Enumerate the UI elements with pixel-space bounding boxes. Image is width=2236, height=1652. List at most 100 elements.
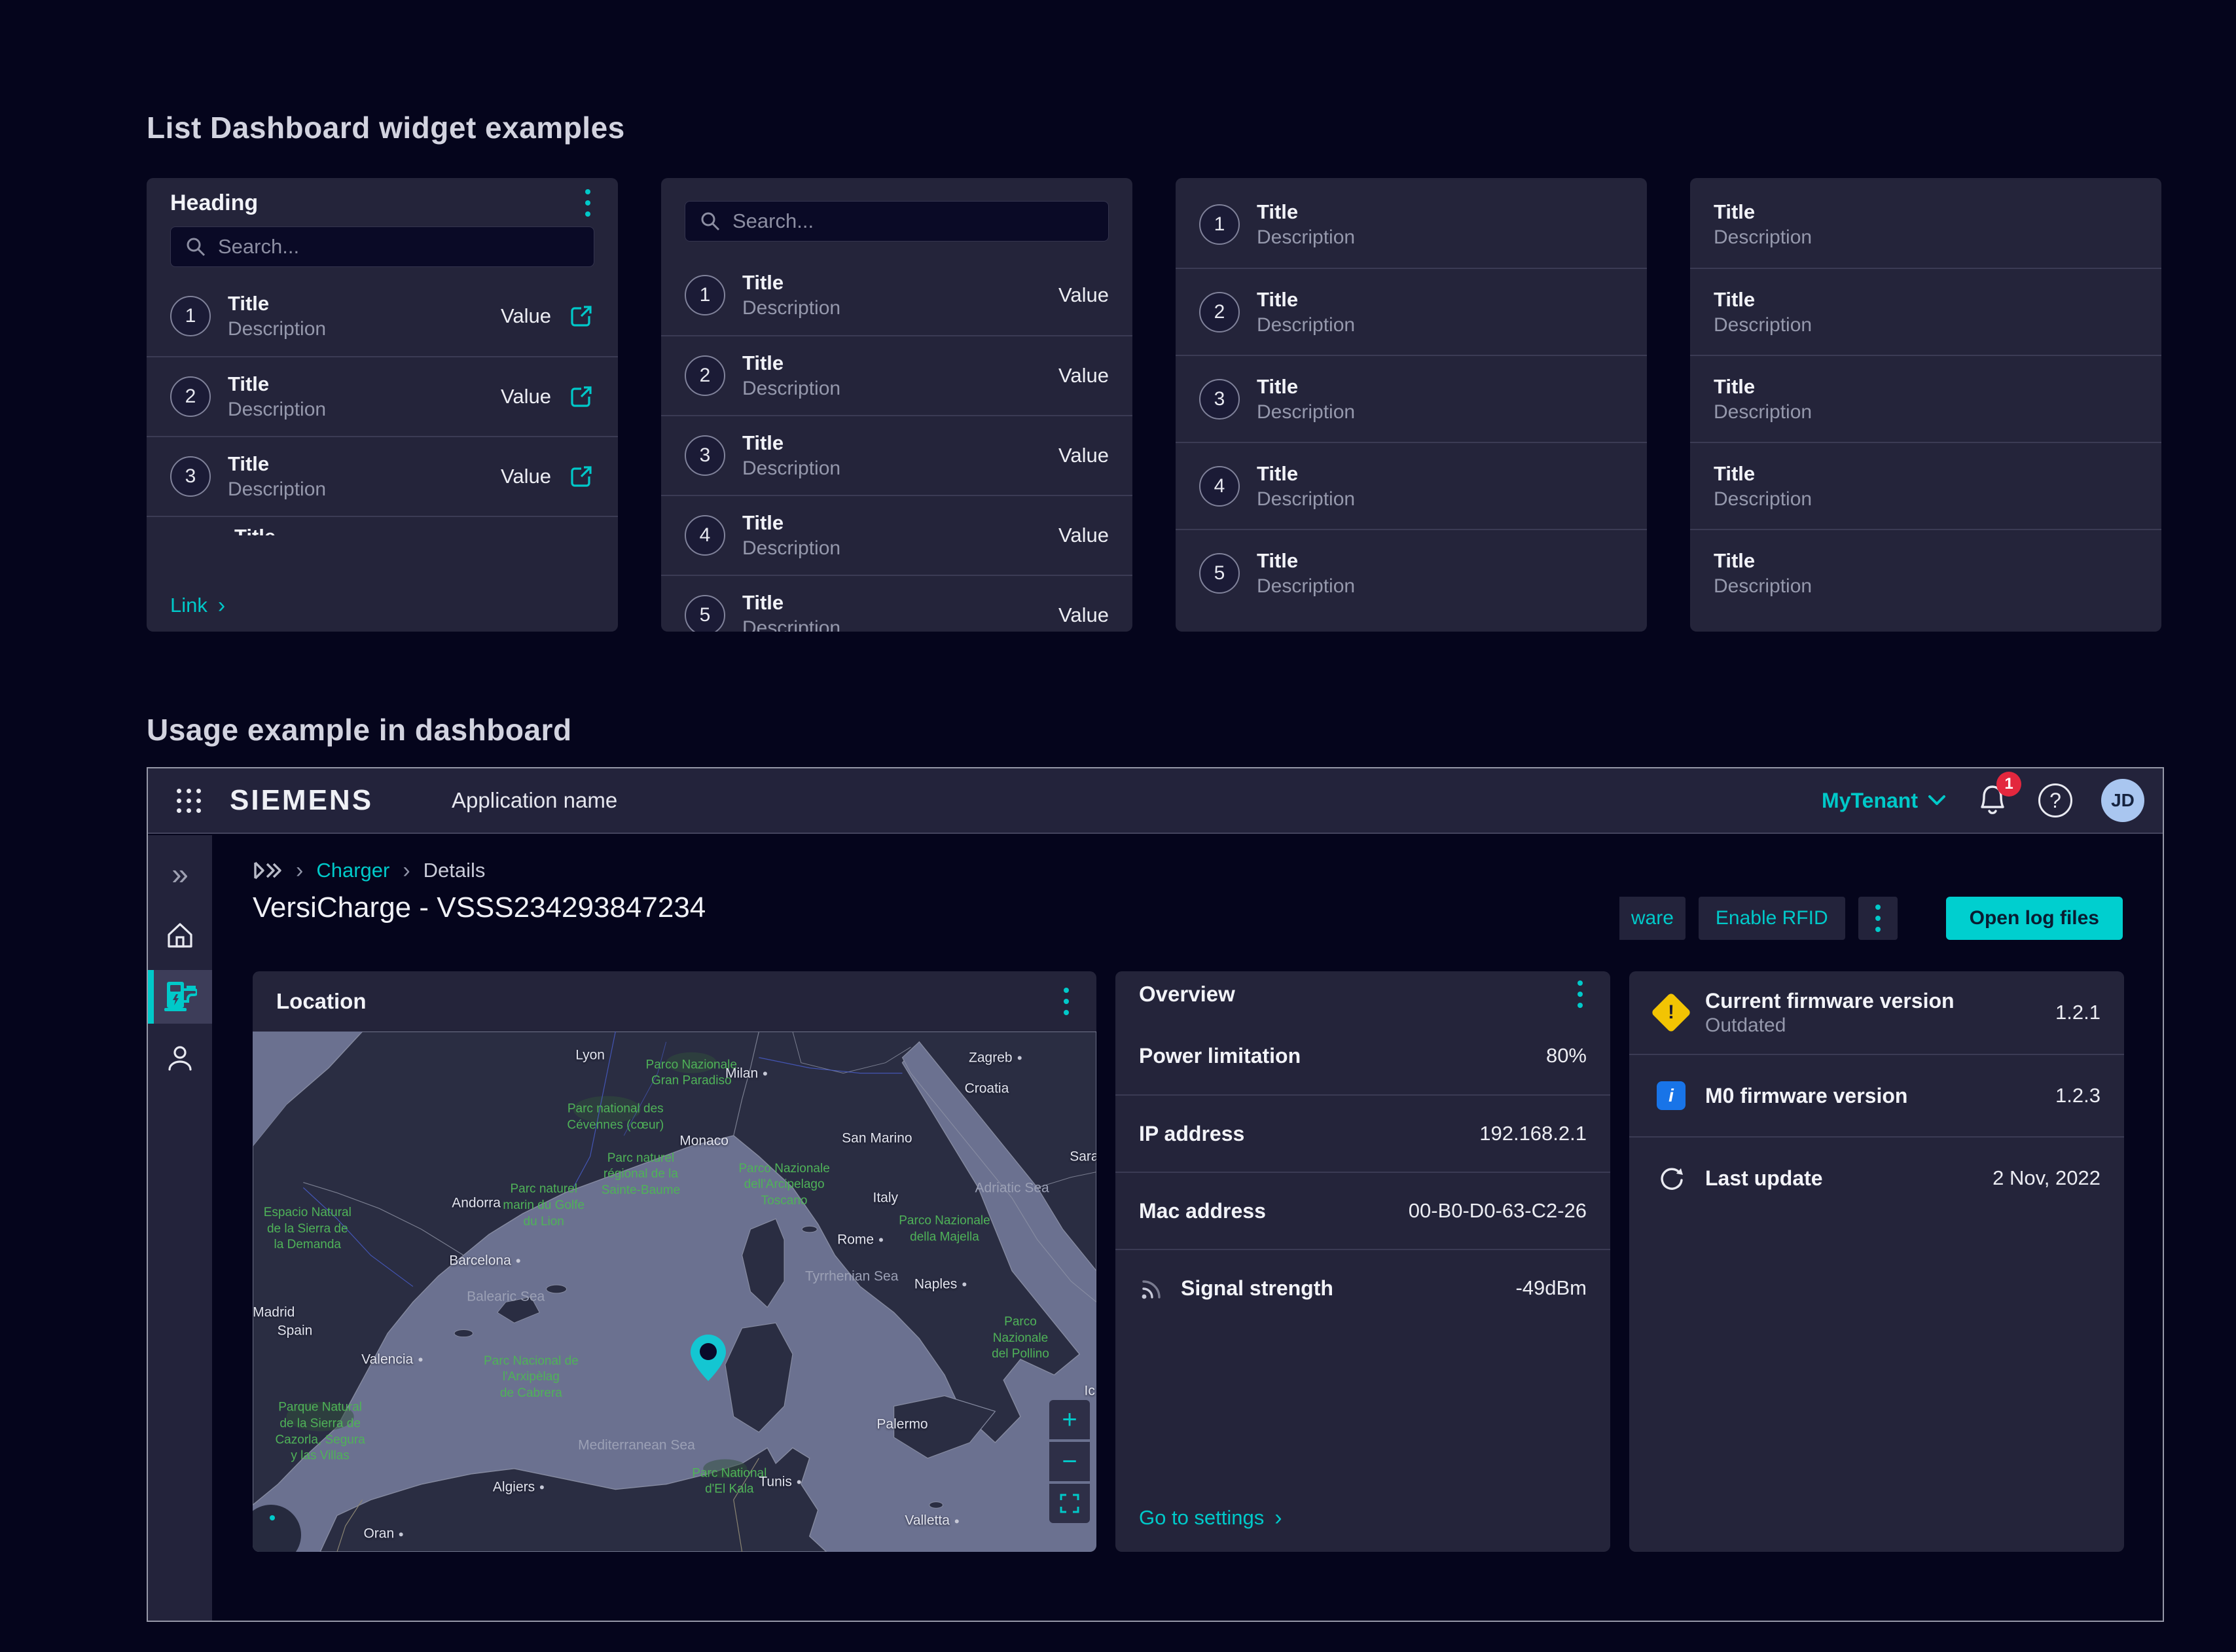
chevron-right-icon: › [403, 859, 410, 882]
item-description: Description [742, 378, 840, 400]
list-item[interactable]: 2 Title Description Value [147, 356, 618, 436]
open-log-files-button[interactable]: Open log files [1946, 897, 2123, 940]
status-row: Last update 2 Nov, 2022 [1629, 1136, 2124, 1219]
kebab-menu-icon[interactable] [1060, 984, 1073, 1019]
list-item[interactable]: 1 Title Description Value [661, 255, 1132, 335]
item-number-badge: 4 [685, 515, 725, 556]
item-value: Value [501, 465, 551, 488]
fullscreen-button[interactable] [1049, 1484, 1090, 1523]
status-row-value: 2 Nov, 2022 [1993, 1166, 2101, 1190]
chevron-down-icon [1927, 794, 1947, 807]
list-item[interactable]: Title Description [1690, 529, 2161, 616]
kebab-menu-icon[interactable] [1574, 977, 1587, 1012]
list-item[interactable]: Title Description [1690, 181, 2161, 268]
status-row-value: 1.2.3 [2055, 1084, 2101, 1107]
item-title: Title [742, 271, 840, 295]
sidebar: » [148, 835, 212, 1621]
kebab-menu-icon[interactable] [581, 185, 594, 221]
item-title: Title [228, 372, 326, 396]
sidebar-item-home[interactable] [148, 908, 212, 962]
overview-row: Signal strength -49dBm [1115, 1249, 1610, 1326]
widget-card-numbered-list: 1 Title Description 2 Title Description … [1176, 178, 1647, 632]
item-number-badge: 3 [170, 456, 211, 497]
item-title: Title [1257, 549, 1355, 573]
item-value: Value [501, 304, 551, 328]
list-item[interactable]: 5 Title Description Value [661, 575, 1132, 632]
zoom-out-button[interactable]: − [1049, 1442, 1090, 1481]
list-item[interactable]: 3 Title Description Value [147, 436, 618, 516]
overview-row-value: 80% [1546, 1044, 1587, 1068]
sidebar-item-charger[interactable] [148, 970, 212, 1024]
list-item[interactable]: Title Description [1690, 268, 2161, 355]
notifications-button[interactable]: 1 [1975, 781, 2010, 821]
home-icon [165, 920, 195, 950]
app-switcher-icon[interactable] [177, 789, 201, 813]
clipped-firmware-button[interactable]: ware [1619, 897, 1686, 940]
card-title-location: Location [276, 989, 367, 1014]
overview-row: Power limitation 80% [1115, 1017, 1610, 1094]
search-field[interactable] [170, 226, 594, 267]
list-item[interactable]: 2 Title Description [1176, 268, 1647, 355]
status-row-label: M0 firmware version [1705, 1084, 1907, 1108]
tenant-selector[interactable]: MyTenant [1822, 789, 1947, 813]
go-to-settings-link[interactable]: Go to settings› [1139, 1506, 1282, 1530]
item-number-badge: 1 [685, 275, 725, 315]
external-link-icon[interactable] [568, 303, 594, 329]
search-field[interactable] [685, 201, 1109, 242]
list-item[interactable]: Title Description [1690, 355, 2161, 442]
list-item[interactable]: Title Description [1690, 442, 2161, 529]
signal-strength-icon [1139, 1275, 1168, 1301]
help-button[interactable]: ? [2038, 783, 2072, 817]
search-input[interactable] [218, 235, 579, 259]
widget-footer-link[interactable]: Link› [170, 594, 225, 617]
breadcrumb-link-charger[interactable]: Charger [316, 859, 389, 882]
list-item[interactable]: 4 Title Description [1176, 442, 1647, 529]
list-item[interactable]: 1 Title Description [1176, 181, 1647, 268]
list-item[interactable]: 1 Title Description Value [147, 276, 618, 356]
list-item[interactable]: 3 Title Description [1176, 355, 1647, 442]
user-avatar[interactable]: JD [2101, 779, 2144, 822]
external-link-icon[interactable] [568, 384, 594, 410]
list-item[interactable]: 2 Title Description Value [661, 335, 1132, 415]
chevron-right-icon: › [1274, 1507, 1282, 1529]
question-icon: ? [2049, 789, 2061, 813]
item-value: Value [1058, 603, 1109, 627]
fullscreen-icon [1060, 1494, 1079, 1513]
list-item[interactable]: 5 Title Description [1176, 529, 1647, 616]
item-number-badge: 2 [1199, 292, 1240, 332]
zoom-in-button[interactable]: + [1049, 1400, 1090, 1439]
list-item[interactable]: 4 Title Description Value [661, 495, 1132, 575]
breadcrumb-root-icon[interactable] [253, 860, 283, 881]
item-title: Title [1257, 462, 1355, 486]
overview-row: Mac address 00-B0-D0-63-C2-26 [1115, 1172, 1610, 1249]
refresh-icon [1657, 1164, 1686, 1193]
item-title: Title [228, 292, 326, 315]
sidebar-expand-button[interactable]: » [148, 847, 212, 901]
item-number-badge: 2 [685, 355, 725, 396]
overview-row: IP address 192.168.2.1 [1115, 1094, 1610, 1172]
sidebar-item-user[interactable] [148, 1032, 212, 1085]
item-value: Value [1058, 364, 1109, 387]
overview-row-value: 192.168.2.1 [1479, 1122, 1587, 1145]
firmware-status-card: ! Current firmware version Outdated 1.2.… [1629, 971, 2124, 1552]
overview-row-value: -49dBm [1515, 1276, 1587, 1300]
ev-charger-icon [163, 980, 197, 1013]
external-link-icon[interactable] [568, 463, 594, 490]
location-card: Location [253, 971, 1096, 1552]
section-title-widgets: List Dashboard widget examples [147, 110, 625, 145]
item-description: Description [1714, 488, 1812, 511]
enable-rfid-button[interactable]: Enable RFID [1699, 897, 1845, 940]
page-actions: ware Enable RFID Open log files [1619, 897, 2123, 940]
chevron-right-icon: › [218, 594, 225, 617]
map[interactable]: LyonParco Nazionale Gran ParadisoMilanZa… [253, 1032, 1096, 1552]
item-value: Value [1058, 444, 1109, 467]
chevron-right-icon: › [296, 859, 303, 882]
search-input[interactable] [732, 209, 1094, 233]
item-title: Title [1257, 288, 1355, 312]
status-row-value: 1.2.1 [2055, 1001, 2101, 1024]
more-actions-button[interactable] [1858, 897, 1898, 940]
item-description: Description [1257, 575, 1355, 598]
widget-card-search-list: 1 Title Description Value 2 Title Descri… [661, 178, 1132, 632]
list-item[interactable]: 3 Title Description Value [661, 415, 1132, 495]
status-rows: ! Current firmware version Outdated 1.2.… [1629, 971, 2124, 1219]
